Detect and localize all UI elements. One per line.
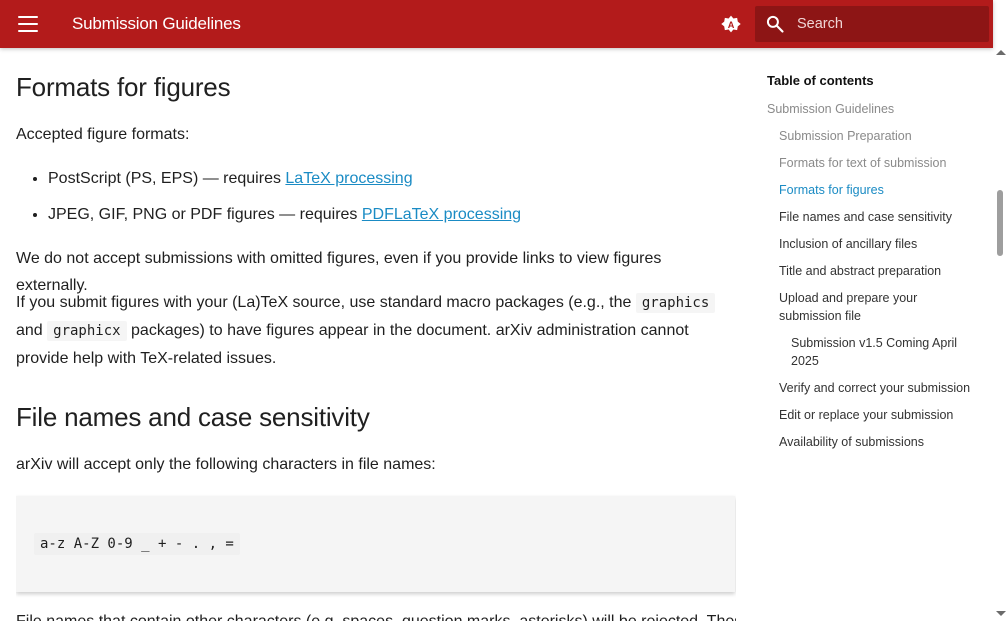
theme-toggle-icon[interactable]: A [720, 13, 742, 35]
toc-item-submission-guidelines[interactable]: Submission Guidelines [767, 100, 894, 118]
header-bar: Submission Guidelines A [0, 0, 993, 48]
heading-formats-for-figures: Formats for figures [16, 72, 231, 102]
scroll-up-arrow-icon[interactable] [996, 50, 1006, 55]
toc-item-availability[interactable]: Availability of submissions [779, 433, 979, 451]
toc-item-upload-prepare[interactable]: Upload and prepare your submission file [779, 289, 939, 325]
filenames-rejected-paragraph: File names that contain other characters… [16, 608, 736, 621]
toc-item-submission-v15[interactable]: Submission v1.5 Coming April 2025 [791, 334, 961, 370]
heading-file-names: File names and case sensitivity [16, 402, 370, 432]
toc-item-formats-figures[interactable]: Formats for figures [779, 181, 979, 199]
toc-title: Table of contents [767, 73, 874, 88]
toc-item-formats-text[interactable]: Formats for text of submission [779, 154, 979, 172]
latex-processing-link[interactable]: LaTeX processing [285, 170, 412, 187]
pdflatex-processing-link[interactable]: PDFLaTeX processing [362, 206, 521, 223]
main-content: Formats for figures Accepted figure form… [16, 48, 736, 621]
page-scrollbar[interactable] [994, 48, 1008, 621]
list-item: PostScript (PS, EPS) — requires LaTeX pr… [48, 165, 736, 192]
list-item: JPEG, GIF, PNG or PDF figures — requires… [48, 201, 736, 228]
code-graphics: graphics [635, 293, 716, 313]
toc-item-verify-correct[interactable]: Verify and correct your submission [779, 379, 979, 397]
search-input[interactable] [797, 6, 977, 42]
allowed-characters-codeblock: a-z A-Z 0-9 _ + - . , = [16, 496, 735, 592]
toc-item-file-names[interactable]: File names and case sensitivity [779, 208, 979, 226]
scroll-down-arrow-icon[interactable] [996, 611, 1006, 616]
search-icon [766, 15, 784, 33]
toc-item-title-abstract[interactable]: Title and abstract preparation [779, 262, 979, 280]
site-title[interactable]: Submission Guidelines [72, 14, 241, 34]
code-graphicx: graphicx [47, 321, 127, 341]
figures-intro: Accepted figure formats: [16, 126, 190, 143]
tex-source-paragraph: If you submit figures with your (La)TeX … [16, 289, 734, 372]
theme-letter: A [728, 20, 735, 30]
search-box[interactable] [755, 6, 989, 42]
allowed-characters-code: a-z A-Z 0-9 _ + - . , = [34, 533, 240, 555]
toc-item-edit-replace[interactable]: Edit or replace your submission [779, 406, 979, 424]
toc-item-submission-preparation[interactable]: Submission Preparation [779, 127, 979, 145]
menu-icon[interactable] [16, 13, 40, 35]
figure-formats-list: PostScript (PS, EPS) — requires LaTeX pr… [16, 165, 736, 228]
toc-item-ancillary-files[interactable]: Inclusion of ancillary files [779, 235, 979, 253]
scroll-thumb[interactable] [997, 190, 1003, 256]
filenames-intro: arXiv will accept only the following cha… [16, 456, 436, 473]
